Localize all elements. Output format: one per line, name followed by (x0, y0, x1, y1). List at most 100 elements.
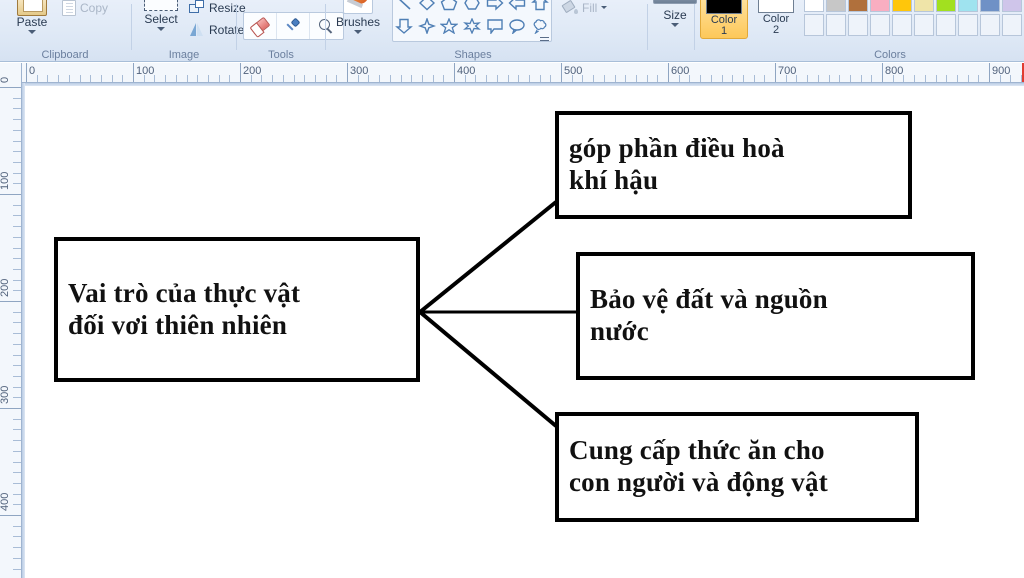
ruler-minor-tick (849, 75, 851, 82)
ruler-minor-tick (122, 75, 124, 82)
shape-hexagon[interactable] (461, 0, 484, 14)
ruler-minor-tick (614, 75, 616, 82)
shape-five-point-star[interactable] (438, 14, 461, 37)
palette-swatch[interactable] (936, 14, 956, 36)
ruler-minor-tick (657, 75, 659, 82)
palette-swatch[interactable] (870, 0, 890, 12)
diagram-node-branch-3-text: Cung cấp thức ăn cho con người và động v… (559, 435, 838, 499)
ruler-minor-tick (13, 343, 21, 345)
ruler-minor-tick (999, 75, 1001, 82)
palette-swatch[interactable] (848, 0, 868, 12)
ruler-minor-tick (742, 75, 744, 82)
ruler-minor-tick (443, 75, 445, 82)
ruler-tick-label: 0 (29, 65, 36, 77)
ruler-minor-tick (13, 172, 21, 174)
palette-swatch-color (915, 15, 933, 35)
copy-icon (62, 0, 76, 16)
color2-label-line2: 2 (772, 24, 780, 36)
ruler-minor-tick (13, 418, 21, 420)
paint-window: Paste Copy Clipboard Select Resize Rotat… (0, 0, 1024, 578)
rotate-icon (189, 22, 205, 37)
ruler-minor-tick (603, 75, 605, 82)
shape-pentagon[interactable] (438, 0, 461, 14)
ruler-minor-tick (143, 75, 145, 82)
brushes-button[interactable]: Brushes (329, 0, 387, 34)
ruler-minor-tick (935, 75, 937, 82)
chevron-down-icon[interactable] (28, 30, 36, 34)
palette-swatch[interactable] (914, 14, 934, 36)
ruler-minor-tick (13, 557, 21, 559)
chevron-down-icon[interactable] (354, 30, 362, 34)
palette-swatch[interactable] (826, 14, 846, 36)
fill-button[interactable]: Fill (561, 0, 608, 15)
ruler-minor-tick (368, 75, 370, 82)
diagram-node-branch-2[interactable]: Bảo vệ đất và nguồn nước (576, 252, 975, 380)
eraser-tool[interactable] (244, 13, 277, 39)
ruler-minor-tick (282, 75, 284, 82)
ruler-minor-tick (871, 75, 873, 82)
ruler-minor-tick (518, 75, 520, 82)
copy-button[interactable]: Copy (62, 0, 108, 16)
color2-button[interactable]: Color 2 (752, 0, 800, 37)
ruler-major-tick (0, 87, 21, 88)
color-palette (804, 0, 1024, 36)
shape-right-arrow[interactable] (483, 0, 506, 14)
ruler-minor-tick (924, 75, 926, 82)
diagram-node-branch-3[interactable]: Cung cấp thức ăn cho con người và động v… (555, 412, 919, 522)
shape-line[interactable] (393, 0, 416, 14)
diagram-node-root[interactable]: Vai trò của thực vật đối vơi thiên nhiên (54, 237, 420, 382)
palette-swatch[interactable] (892, 0, 912, 12)
ruler-minor-tick (593, 75, 595, 82)
vertical-ruler[interactable]: 0 100 200 300 400 (0, 63, 22, 578)
palette-swatch[interactable] (980, 14, 1000, 36)
palette-swatch[interactable] (914, 0, 934, 12)
ruler-minor-tick (496, 75, 498, 82)
color-picker-tool[interactable] (277, 13, 310, 39)
chevron-down-icon[interactable] (157, 27, 165, 31)
palette-swatch[interactable] (892, 14, 912, 36)
ruler-minor-tick (13, 236, 21, 238)
shape-down-arrow[interactable] (393, 14, 416, 37)
palette-swatch[interactable] (826, 0, 846, 12)
ruler-minor-tick (111, 75, 113, 82)
shape-four-point-star[interactable] (416, 14, 439, 37)
chevron-down-icon[interactable] (601, 6, 608, 9)
horizontal-ruler[interactable]: 0 100 200 300 400 500 600 700 800 900 (22, 63, 1024, 83)
ruler-minor-tick (732, 75, 734, 82)
palette-swatch[interactable] (936, 0, 956, 12)
select-button[interactable]: Select (135, 0, 187, 31)
shapes-group-label: Shapes (454, 49, 492, 61)
shape-diamond[interactable] (416, 0, 439, 14)
ruler-minor-tick (400, 75, 402, 82)
palette-swatch[interactable] (848, 14, 868, 36)
palette-swatch[interactable] (958, 14, 978, 36)
palette-swatch[interactable] (804, 14, 824, 36)
ruler-minor-tick (336, 75, 338, 82)
drawing-canvas[interactable]: Vai trò của thực vật đối vơi thiên nhiên… (25, 86, 1024, 578)
more-shapes-icon[interactable] (540, 36, 549, 38)
ribbon-group-tools: Tools (238, 0, 344, 62)
diagram-node-branch-1[interactable]: góp phần điều hoà khí hậu (555, 111, 912, 219)
palette-swatch[interactable] (980, 0, 1000, 12)
palette-swatch[interactable] (1002, 0, 1022, 12)
palette-swatch[interactable] (870, 14, 890, 36)
chevron-down-icon[interactable] (671, 23, 679, 27)
palette-swatch[interactable] (1002, 14, 1022, 36)
shapes-scrollbar[interactable] (538, 0, 551, 41)
ruler-tick-label: 300 (0, 385, 11, 404)
palette-swatch-color (849, 15, 867, 35)
palette-swatch[interactable] (958, 0, 978, 12)
ruler-minor-tick (13, 504, 21, 506)
ruler-minor-tick (796, 75, 798, 82)
ruler-minor-tick (13, 247, 21, 249)
color1-button[interactable]: Color 1 (700, 0, 748, 39)
paste-button[interactable]: Paste (8, 0, 56, 34)
ruler-minor-tick (58, 75, 60, 82)
shape-rectangular-callout[interactable] (483, 14, 506, 37)
palette-swatch[interactable] (804, 0, 824, 12)
ruler-minor-tick (13, 525, 21, 527)
shape-left-arrow[interactable] (506, 0, 529, 14)
shape-six-point-star[interactable] (461, 14, 484, 37)
shape-oval-callout[interactable] (506, 14, 529, 37)
ruler-minor-tick (13, 183, 21, 185)
